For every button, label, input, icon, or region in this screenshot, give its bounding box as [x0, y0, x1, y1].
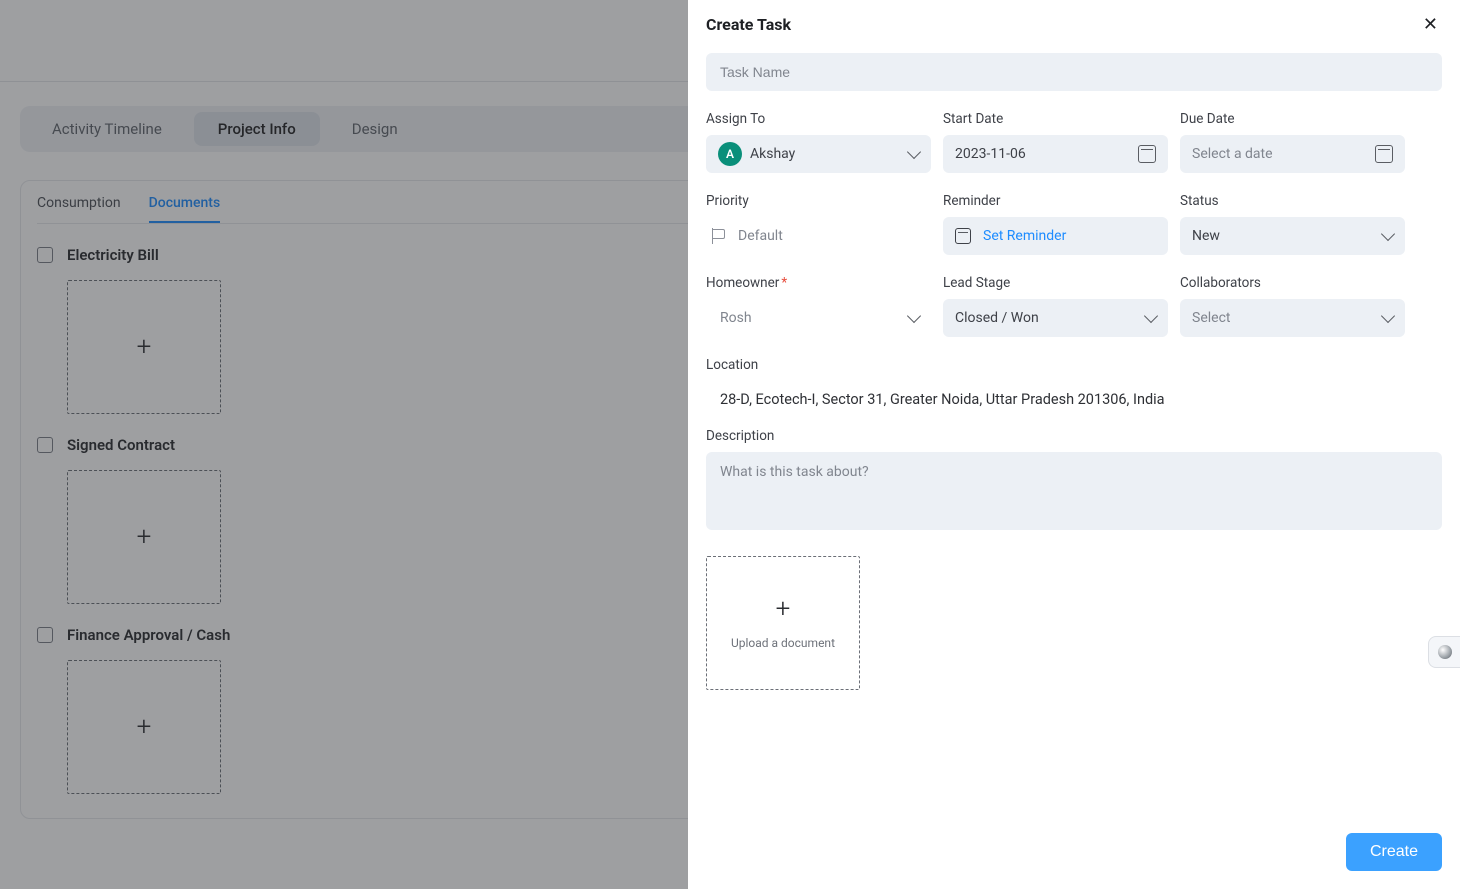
field-priority: Priority Default — [706, 193, 931, 255]
label-collaborators: Collaborators — [1180, 275, 1405, 291]
flag-icon — [710, 228, 726, 244]
calendar-icon — [1375, 145, 1393, 163]
label-lead-stage: Lead Stage — [943, 275, 1168, 291]
reminder-link-text: Set Reminder — [983, 228, 1066, 244]
due-date-input[interactable]: Select a date — [1180, 135, 1405, 173]
upload-label: Upload a document — [731, 636, 835, 650]
start-date-input[interactable]: 2023-11-06 — [943, 135, 1168, 173]
field-assign-to: Assign To A Akshay — [706, 111, 931, 173]
calendar-icon — [1138, 145, 1156, 163]
collaborators-value: Select — [1192, 310, 1383, 326]
description-textarea[interactable] — [706, 452, 1442, 530]
lead-stage-value: Closed / Won — [955, 310, 1146, 326]
label-start-date: Start Date — [943, 111, 1168, 127]
assign-to-value: Akshay — [750, 146, 909, 162]
start-date-value: 2023-11-06 — [955, 146, 1130, 162]
field-collaborators: Collaborators Select — [1180, 275, 1405, 337]
label-priority: Priority — [706, 193, 931, 209]
lead-stage-select[interactable]: Closed / Won — [943, 299, 1168, 337]
collaborators-select[interactable]: Select — [1180, 299, 1405, 337]
chevron-down-icon — [1381, 227, 1395, 241]
label-homeowner-text: Homeowner — [706, 275, 779, 291]
panel-header: Create Task ✕ — [688, 0, 1460, 45]
chevron-down-icon — [1144, 309, 1158, 323]
assign-to-select[interactable]: A Akshay — [706, 135, 931, 173]
homeowner-value: Rosh — [720, 310, 909, 326]
panel-body: Assign To A Akshay Start Date 2023-11-06… — [688, 45, 1460, 823]
close-icon[interactable]: ✕ — [1419, 10, 1442, 39]
label-assign-to: Assign To — [706, 111, 931, 127]
reminder-button[interactable]: Set Reminder — [943, 217, 1168, 255]
form-grid: Assign To A Akshay Start Date 2023-11-06… — [706, 111, 1442, 337]
priority-select[interactable]: Default — [706, 217, 931, 255]
field-due-date: Due Date Select a date — [1180, 111, 1405, 173]
field-location: Location 28-D, Ecotech-I, Sector 31, Gre… — [706, 357, 1442, 408]
field-lead-stage: Lead Stage Closed / Won — [943, 275, 1168, 337]
panel-title: Create Task — [706, 15, 791, 34]
field-status: Status New — [1180, 193, 1405, 255]
chevron-down-icon — [1381, 309, 1395, 323]
avatar: A — [718, 142, 742, 166]
due-date-placeholder: Select a date — [1192, 146, 1367, 162]
field-description: Description — [706, 428, 1442, 534]
required-asterisk: * — [781, 275, 787, 291]
panel-footer: Create — [688, 823, 1460, 889]
location-value: 28-D, Ecotech-I, Sector 31, Greater Noid… — [706, 381, 1442, 408]
status-select[interactable]: New — [1180, 217, 1405, 255]
create-button[interactable]: Create — [1346, 833, 1442, 871]
status-value: New — [1192, 228, 1383, 244]
create-task-panel: Create Task ✕ Assign To A Akshay Start D… — [688, 0, 1460, 889]
chevron-down-icon — [907, 145, 921, 159]
plus-icon: + — [776, 596, 791, 622]
chevron-down-icon — [907, 309, 921, 323]
field-reminder: Reminder Set Reminder — [943, 193, 1168, 255]
field-start-date: Start Date 2023-11-06 — [943, 111, 1168, 173]
upload-document-box[interactable]: + Upload a document — [706, 556, 860, 690]
floating-widget-button[interactable] — [1428, 636, 1460, 668]
homeowner-select[interactable]: Rosh — [706, 299, 931, 337]
label-reminder: Reminder — [943, 193, 1168, 209]
label-location: Location — [706, 357, 1442, 373]
priority-value: Default — [738, 228, 783, 244]
label-description: Description — [706, 428, 1442, 444]
label-due-date: Due Date — [1180, 111, 1405, 127]
task-name-input[interactable] — [706, 53, 1442, 91]
field-homeowner: Homeowner* Rosh — [706, 275, 931, 337]
calendar-icon — [955, 228, 971, 244]
label-homeowner: Homeowner* — [706, 275, 931, 291]
label-status: Status — [1180, 193, 1405, 209]
